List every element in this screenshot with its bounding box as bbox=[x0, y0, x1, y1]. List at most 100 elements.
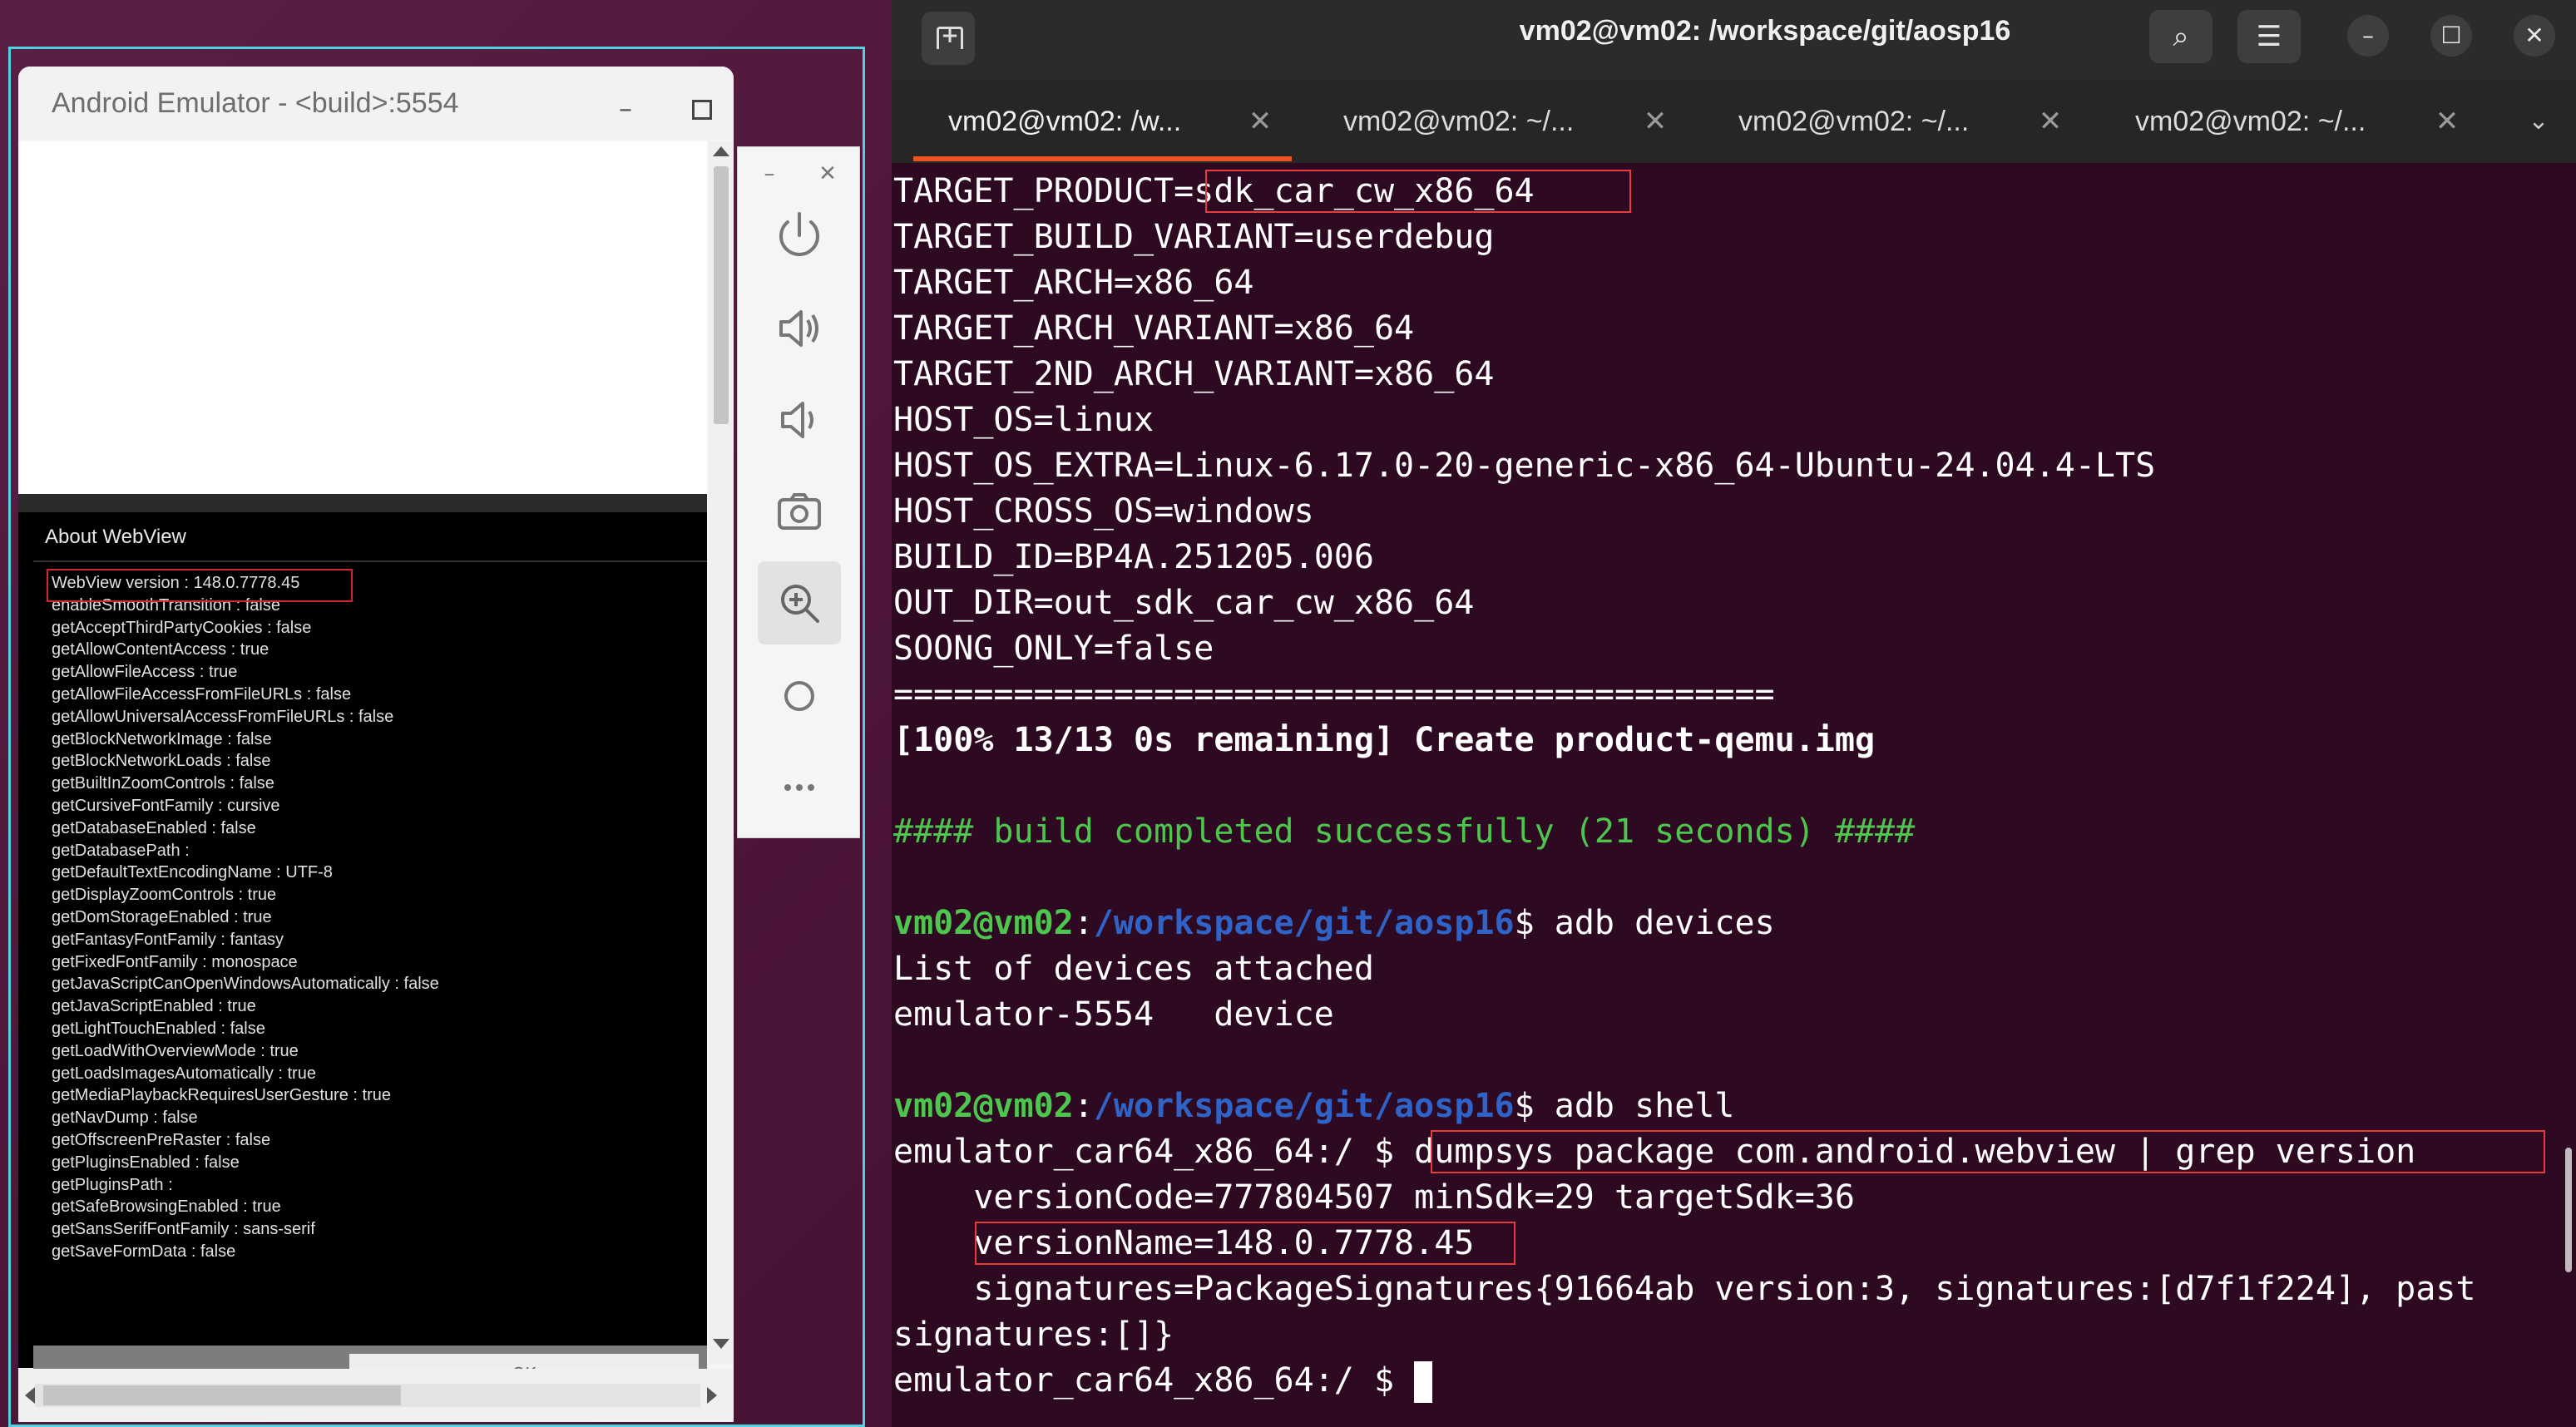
tab-label: vm02@vm02: ~/... bbox=[2135, 106, 2366, 137]
menu-icon[interactable]: ☰ bbox=[2237, 10, 2301, 63]
camera-icon[interactable] bbox=[758, 470, 841, 553]
prompt-user: vm02@vm02 bbox=[893, 1087, 1074, 1125]
output-line: TARGET_ARCH=x86_64 bbox=[893, 264, 1254, 302]
scroll-thumb[interactable] bbox=[43, 1385, 401, 1405]
emulator-titlebar[interactable]: Android Emulator - <build>:5554 – bbox=[18, 67, 734, 140]
scroll-thumb[interactable] bbox=[714, 166, 729, 424]
webview-version-highlight bbox=[47, 569, 353, 602]
property-row: getJavaScriptCanOpenWindowsAutomatically… bbox=[52, 975, 439, 994]
tab-close-icon[interactable]: ✕ bbox=[1244, 105, 1277, 138]
property-row: getDefaultTextEncodingName : UTF-8 bbox=[52, 863, 333, 882]
property-row: getLightTouchEnabled : false bbox=[52, 1019, 265, 1038]
output-line: HOST_CROSS_OS=windows bbox=[893, 492, 1314, 531]
property-row: getBuiltInZoomControls : false bbox=[52, 774, 274, 793]
terminal-scrollbar[interactable] bbox=[2565, 1148, 2572, 1272]
output-line: TARGET_BUILD_VARIANT=userdebug bbox=[893, 218, 1495, 256]
toolbar-close-icon[interactable]: ✕ bbox=[813, 159, 843, 189]
scroll-up-arrow-icon[interactable] bbox=[713, 146, 729, 156]
webview-blank-area bbox=[18, 141, 707, 494]
tab-label: vm02@vm02: ~/... bbox=[1343, 106, 1575, 137]
divider bbox=[33, 560, 707, 562]
output-line: HOST_OS=linux bbox=[893, 401, 1155, 439]
property-row: getOffscreenPreRaster : false bbox=[52, 1130, 271, 1149]
target-product-highlight bbox=[1205, 170, 1631, 213]
maximize-icon[interactable] bbox=[684, 91, 717, 125]
webview-properties-list: WebView version : 148.0.7778.45 enableSmo… bbox=[52, 572, 700, 1263]
tab-terminal-4[interactable]: vm02@vm02: ~/... ✕ bbox=[2094, 80, 2488, 163]
property-row: getFantasyFontFamily : fantasy bbox=[52, 930, 284, 949]
terminal-window: vm02@vm02: /workspace/git/aosp16 ⌕ ☰ – ☐… bbox=[892, 0, 2576, 1427]
prompt-user: vm02@vm02 bbox=[893, 904, 1074, 942]
about-webview-title: About WebView bbox=[45, 526, 186, 548]
device-row: emulator-5554 device bbox=[893, 995, 1334, 1034]
prompt-path: /workspace/git/aosp16 bbox=[1093, 904, 1515, 942]
output-line: versionCode=777804507 minSdk=29 targetSd… bbox=[893, 1178, 1855, 1217]
vertical-scrollbar[interactable] bbox=[709, 141, 734, 1364]
tab-close-icon[interactable]: ✕ bbox=[1639, 105, 1672, 138]
home-icon[interactable] bbox=[758, 654, 841, 738]
build-progress-line: [100% 13/13 0s remaining] Create product… bbox=[893, 721, 1876, 759]
new-tab-icon[interactable] bbox=[922, 12, 975, 65]
maximize-icon[interactable]: ☐ bbox=[2430, 15, 2472, 57]
property-row: getLoadWithOverviewMode : true bbox=[52, 1041, 299, 1060]
horizontal-scrollbar[interactable] bbox=[18, 1369, 734, 1422]
build-completed-line: #### build completed successfully (21 se… bbox=[893, 812, 1916, 851]
zoom-icon[interactable] bbox=[758, 561, 841, 644]
output-line: HOST_OS_EXTRA=Linux-6.17.0-20-generic-x8… bbox=[893, 447, 2156, 485]
property-row: getDatabasePath : bbox=[52, 841, 190, 860]
toolbar-minimize-icon[interactable]: – bbox=[754, 159, 784, 189]
emulator-title: Android Emulator - <build>:5554 bbox=[52, 87, 459, 119]
property-row: getAllowContentAccess : true bbox=[52, 640, 269, 659]
tab-close-icon[interactable]: ✕ bbox=[2034, 105, 2067, 138]
volume-down-icon[interactable] bbox=[758, 378, 841, 462]
property-row: getPluginsEnabled : false bbox=[52, 1153, 240, 1172]
property-row: getDomStorageEnabled : true bbox=[52, 907, 272, 926]
scroll-left-arrow-icon[interactable] bbox=[25, 1387, 35, 1404]
tab-close-icon[interactable]: ✕ bbox=[2430, 105, 2464, 138]
volume-up-icon[interactable] bbox=[758, 287, 841, 370]
emulator-screen[interactable]: About WebView WebView version : 148.0.77… bbox=[18, 141, 707, 1404]
output-line: OUT_DIR=out_sdk_car_cw_x86_64 bbox=[893, 584, 1475, 622]
property-row: getJavaScriptEnabled : true bbox=[52, 997, 256, 1016]
tab-terminal-2[interactable]: vm02@vm02: ~/... ✕ bbox=[1302, 80, 1696, 163]
property-row: getSafeBrowsingEnabled : true bbox=[52, 1197, 281, 1217]
prompt-path: /workspace/git/aosp16 bbox=[1093, 1087, 1515, 1125]
separator-line: ========================================… bbox=[893, 675, 1775, 714]
terminal-headerbar[interactable]: vm02@vm02: /workspace/git/aosp16 ⌕ ☰ – ☐… bbox=[892, 0, 2576, 80]
tab-terminal-3[interactable]: vm02@vm02: ~/... ✕ bbox=[1697, 80, 2091, 163]
tab-bar: vm02@vm02: /w... ✕ vm02@vm02: ~/... ✕ vm… bbox=[892, 80, 2576, 163]
output-line: List of devices attached bbox=[893, 950, 1374, 988]
minimize-icon[interactable]: – bbox=[2347, 15, 2389, 57]
property-row: getFixedFontFamily : monospace bbox=[52, 952, 298, 971]
property-row: getLoadsImagesAutomatically : true bbox=[52, 1064, 316, 1083]
more-icon[interactable] bbox=[758, 746, 841, 829]
prompt-line: vm02@vm02:/workspace/git/aosp16$ adb dev… bbox=[893, 904, 1775, 942]
property-row: getPluginsPath : bbox=[52, 1175, 173, 1194]
search-icon[interactable]: ⌕ bbox=[2149, 10, 2213, 63]
property-row: getNavDump : false bbox=[52, 1109, 198, 1128]
about-webview-dialog: About WebView WebView version : 148.0.77… bbox=[33, 512, 707, 1404]
close-icon[interactable]: ✕ bbox=[2514, 15, 2555, 57]
power-icon[interactable] bbox=[758, 194, 841, 277]
tab-label: vm02@vm02: /w... bbox=[948, 106, 1182, 137]
scroll-right-arrow-icon[interactable] bbox=[707, 1387, 717, 1404]
property-row: getMediaPlaybackRequiresUserGesture : tr… bbox=[52, 1086, 391, 1105]
active-tab-indicator bbox=[913, 156, 1292, 161]
property-row: getBlockNetworkLoads : false bbox=[52, 752, 271, 771]
output-line: SOONG_ONLY=false bbox=[893, 630, 1214, 668]
scroll-down-arrow-icon[interactable] bbox=[713, 1339, 729, 1349]
property-row: getAllowUniversalAccessFromFileURLs : fa… bbox=[52, 707, 394, 726]
version-name-highlight bbox=[975, 1222, 1515, 1265]
emulator-toolbar: – ✕ bbox=[737, 146, 860, 838]
emulator-window: Android Emulator - <build>:5554 – About … bbox=[18, 67, 734, 1422]
terminal-title: vm02@vm02: /workspace/git/aosp16 bbox=[1519, 15, 2011, 47]
property-row: getAcceptThirdPartyCookies : false bbox=[52, 618, 312, 637]
property-row: getAllowFileAccess : true bbox=[52, 663, 238, 682]
current-prompt-line[interactable]: emulator_car64_x86_64:/ $ bbox=[893, 1357, 1433, 1404]
terminal-output[interactable]: TARGET_PRODUCT=sdk_car_cw_x86_64 TARGET_… bbox=[892, 163, 2576, 1427]
tab-label: vm02@vm02: ~/... bbox=[1738, 106, 1970, 137]
minimize-icon[interactable]: – bbox=[609, 91, 642, 125]
tab-terminal-1[interactable]: vm02@vm02: /w... ✕ bbox=[907, 80, 1301, 163]
chevron-down-icon[interactable]: ⌄ bbox=[2522, 105, 2555, 138]
text-cursor bbox=[1414, 1361, 1433, 1403]
